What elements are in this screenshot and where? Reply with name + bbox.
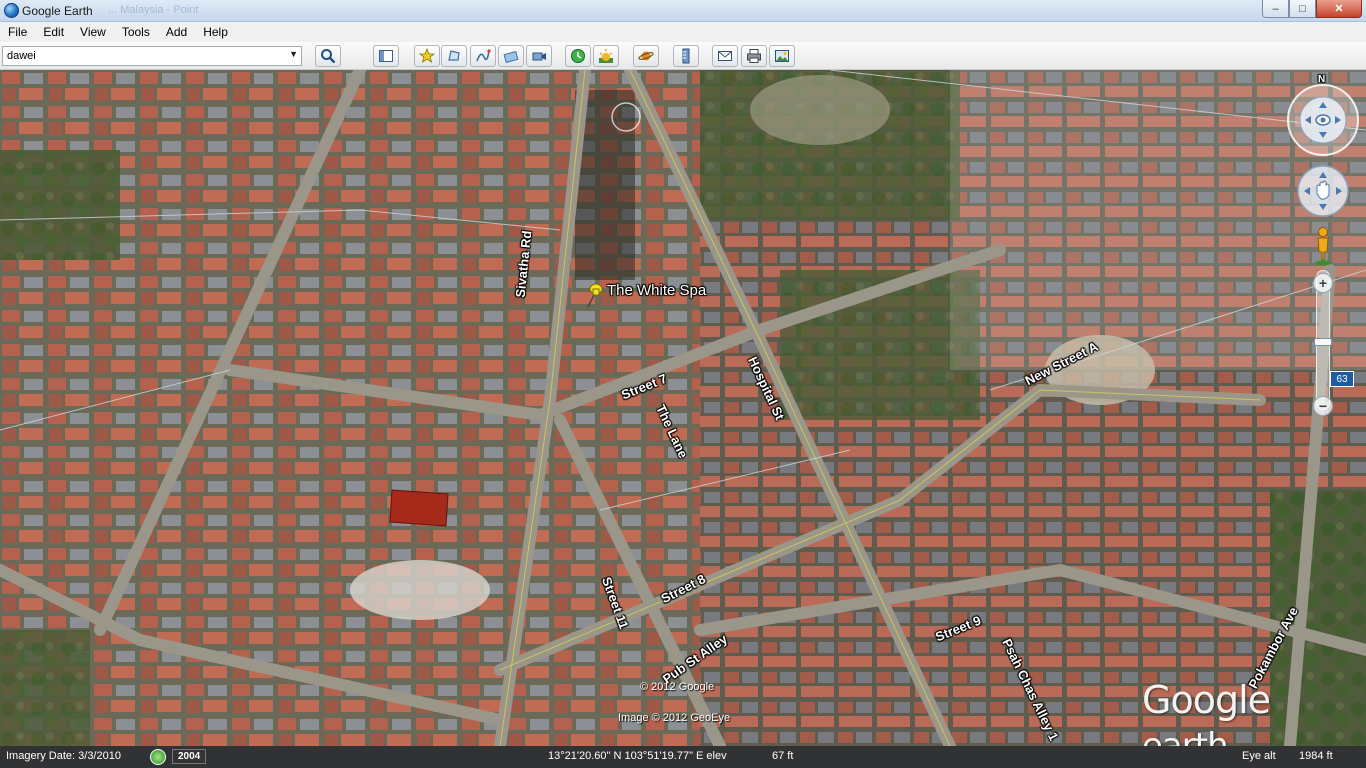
pushpin-icon[interactable]	[584, 282, 604, 308]
zoom-out-button[interactable]: −	[1313, 396, 1333, 416]
map-view[interactable]: Sivatha Rd Hospital St Street 7 The Lane…	[0, 70, 1366, 746]
ruler-button[interactable]	[673, 45, 699, 67]
placemark-label[interactable]: The White Spa	[607, 282, 706, 299]
minus-icon: −	[1318, 398, 1328, 414]
historical-imagery-clock-icon[interactable]	[150, 749, 166, 765]
email-button[interactable]	[712, 45, 738, 67]
window-title: Google Earth	[22, 4, 93, 18]
chevron-down-icon[interactable]: ▼	[289, 49, 298, 59]
search-input[interactable]: dawei ▼	[2, 46, 302, 66]
google-earth-icon	[4, 3, 19, 18]
title-bar: Google Earth ... Malaysia - Point – □ ✕	[0, 0, 1366, 22]
toolbar: dawei ▼	[0, 42, 1366, 70]
logo-google: Google	[1142, 678, 1271, 722]
historical-year[interactable]: 2004	[172, 749, 207, 764]
menu-bar: File Edit View Tools Add Help	[0, 22, 1366, 42]
road-shield-badge: 63	[1330, 371, 1354, 387]
look-control[interactable]	[1284, 76, 1362, 158]
menu-tools[interactable]: Tools	[114, 25, 158, 39]
logo-earth: earth	[1142, 726, 1229, 746]
print-icon	[747, 49, 761, 63]
maximize-button[interactable]: □	[1289, 0, 1316, 18]
menu-view[interactable]: View	[72, 25, 114, 39]
close-button[interactable]: ✕	[1316, 0, 1362, 18]
search-icon	[321, 49, 336, 64]
copyright-geoeye: Image © 2012 GeoEye	[618, 712, 731, 724]
save-image-icon	[775, 50, 789, 62]
sunlight-button[interactable]	[593, 45, 619, 67]
window-ghost-title: ... Malaysia - Point	[108, 4, 199, 16]
eye-alt-label: Eye alt	[1242, 750, 1276, 762]
placemark-icon	[419, 48, 435, 63]
compass-north: N	[1318, 74, 1326, 85]
polygon-icon	[448, 50, 460, 61]
sidebar-icon	[379, 50, 393, 62]
zoom-in-button[interactable]: +	[1313, 273, 1333, 293]
record-tour-button[interactable]	[526, 45, 552, 67]
coordinates: 13°21'20.60" N 103°51'19.77" E elev	[548, 750, 727, 762]
add-overlay-button[interactable]	[498, 45, 524, 67]
sidebar-button[interactable]	[373, 45, 399, 67]
overlay-icon	[503, 50, 519, 64]
menu-add[interactable]: Add	[158, 25, 195, 39]
add-path-button[interactable]	[470, 45, 496, 67]
ruler-icon	[682, 48, 690, 64]
status-bar: Imagery Date: 3/3/2010 2004 13°21'20.60"…	[0, 746, 1366, 768]
menu-file[interactable]: File	[0, 25, 35, 39]
street-view-pegman-icon[interactable]	[1313, 226, 1333, 266]
historical-imagery-button[interactable]	[565, 45, 591, 67]
tour-icon	[532, 52, 546, 61]
add-placemark-button[interactable]	[414, 45, 440, 67]
print-button[interactable]	[741, 45, 767, 67]
planets-icon	[638, 51, 654, 61]
historical-imagery-icon	[571, 49, 585, 63]
sun-icon	[599, 49, 613, 63]
copyright-google: © 2012 Google	[640, 681, 715, 693]
google-earth-logo: Google earth	[1142, 678, 1366, 746]
satellite-imagery	[0, 70, 1366, 746]
plus-icon: +	[1318, 275, 1328, 291]
menu-edit[interactable]: Edit	[35, 25, 72, 39]
email-icon	[718, 51, 732, 61]
window-controls: – □ ✕	[1262, 0, 1362, 18]
eye-alt-value: 1984 ft	[1299, 750, 1333, 762]
elevation: 67 ft	[772, 750, 794, 762]
menu-help[interactable]: Help	[195, 25, 236, 39]
zoom-slider-thumb[interactable]	[1314, 338, 1332, 346]
search-button[interactable]	[315, 45, 341, 67]
add-polygon-button[interactable]	[441, 45, 467, 67]
imagery-date: Imagery Date: 3/3/2010	[6, 750, 121, 762]
planets-button[interactable]	[633, 45, 659, 67]
path-icon	[476, 49, 491, 62]
minimize-button[interactable]: –	[1262, 0, 1289, 18]
move-control[interactable]	[1296, 164, 1350, 218]
search-value: dawei	[7, 50, 36, 62]
save-image-button[interactable]	[769, 45, 795, 67]
